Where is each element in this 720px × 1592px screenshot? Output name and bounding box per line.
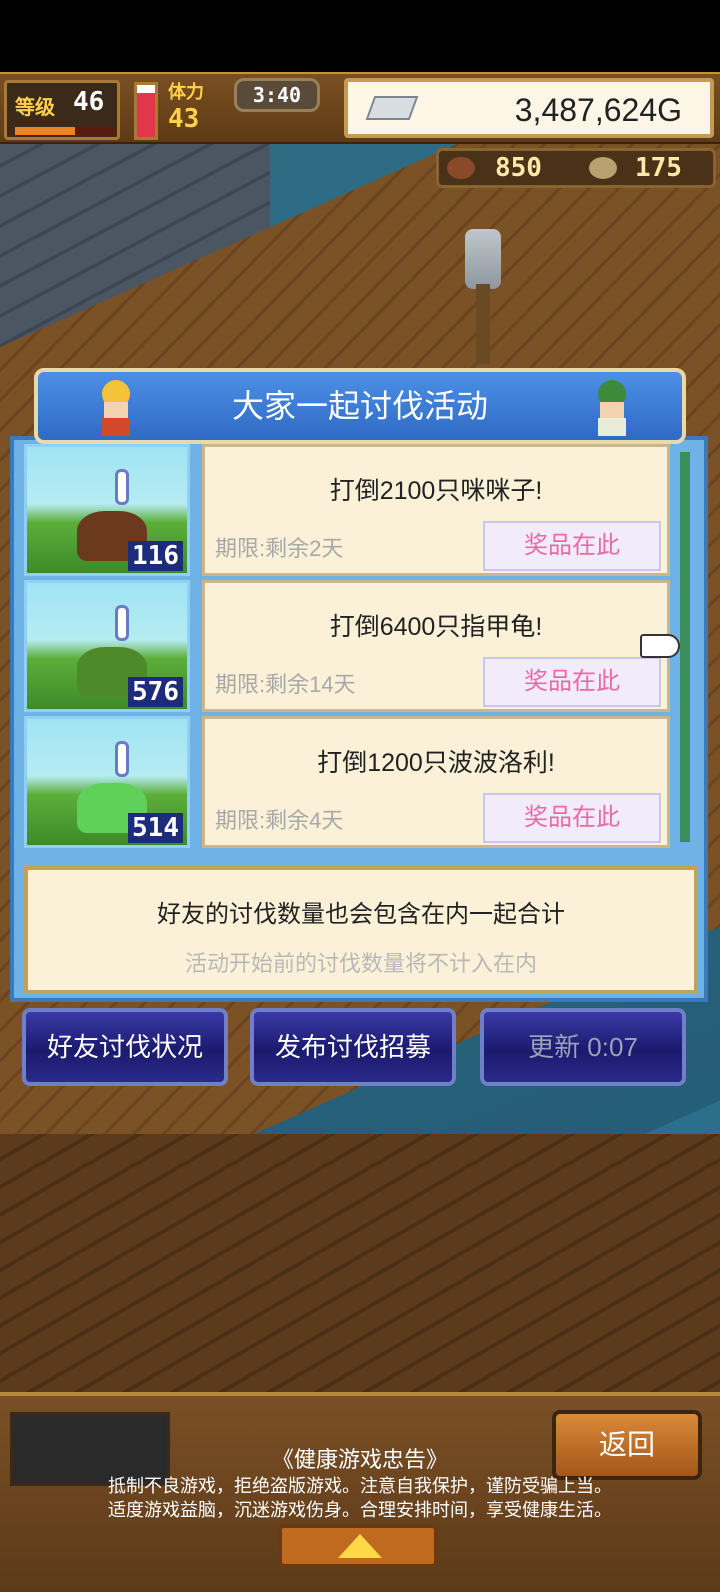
gold-value: 3,487,624G xyxy=(514,92,682,128)
event-title-bar: 大家一起讨伐活动 xyxy=(34,368,686,444)
defeat-count: 514 xyxy=(128,813,183,843)
exclamation-icon xyxy=(115,605,129,641)
friends-status-button[interactable]: 好友讨伐状况 xyxy=(22,1008,228,1086)
event-info-card: 打倒6400只指甲龟! 期限:剩余14天 奖品在此 xyxy=(202,580,670,712)
defeat-count: 576 xyxy=(128,677,183,707)
note-sub-text: 活动开始前的讨伐数量将不计入在内 xyxy=(184,951,537,976)
refresh-button[interactable]: 更新 0:07 xyxy=(480,1008,686,1086)
lamp-post xyxy=(476,284,490,364)
silver-bar-icon xyxy=(365,96,419,120)
resource2-value: 175 xyxy=(635,153,682,183)
defeat-count: 116 xyxy=(128,541,183,571)
event-info-card: 打倒1200只波波洛利! 期限:剩余4天 奖品在此 xyxy=(202,716,670,848)
prize-button[interactable]: 奖品在此 xyxy=(483,793,661,843)
event-note: 好友的讨伐数量也会包含在内一起合计 活动开始前的讨伐数量将不计入在内 xyxy=(24,866,698,994)
prize-button[interactable]: 奖品在此 xyxy=(483,521,661,571)
event-title: 打倒2100只咪咪子! xyxy=(329,477,543,505)
event-deadline: 期限:剩余14天 xyxy=(215,672,356,697)
event-title: 打倒1200只波波洛利! xyxy=(317,749,555,777)
level-box: 等级 46 xyxy=(4,80,120,140)
level-progress-bar xyxy=(15,127,115,135)
status-hud: 等级 46 体力 43 3:40 3,487,624G xyxy=(0,72,720,144)
medal-icon xyxy=(589,157,617,179)
resource-bar: 850 175 xyxy=(436,148,716,188)
event-deadline: 期限:剩余2天 xyxy=(215,536,344,561)
event-row: 514 打倒1200只波波洛利! 期限:剩余4天 奖品在此 xyxy=(24,716,670,848)
monster-thumbnail: 116 xyxy=(24,444,190,576)
level-progress-fill xyxy=(15,127,75,135)
exclamation-icon xyxy=(115,469,129,505)
pointing-hand-icon xyxy=(640,634,680,658)
monster-thumbnail: 514 xyxy=(24,716,190,848)
lamp-icon xyxy=(465,229,501,289)
stamina-label: 体力 xyxy=(168,82,204,103)
meat-icon xyxy=(447,157,475,179)
event-row: 576 打倒6400只指甲龟! 期限:剩余14天 奖品在此 xyxy=(24,580,670,712)
post-recruit-button[interactable]: 发布讨伐招募 xyxy=(250,1008,456,1086)
event-row: 116 打倒2100只咪咪子! 期限:剩余2天 奖品在此 xyxy=(24,444,670,576)
stamina-timer: 3:40 xyxy=(234,78,320,112)
expand-menu-button[interactable] xyxy=(278,1524,438,1568)
level-label: 等级 xyxy=(15,95,55,119)
event-info-card: 打倒2100只咪咪子! 期限:剩余2天 奖品在此 xyxy=(202,444,670,576)
stamina-gauge xyxy=(134,82,158,140)
lower-deck xyxy=(0,1134,720,1392)
archer-character-icon xyxy=(586,376,638,438)
health-advice-title: 《健康游戏忠告》 xyxy=(271,1447,448,1472)
level-value: 46 xyxy=(73,87,105,117)
bottom-bar: 返回 《健康游戏忠告》 抵制不良游戏，拒绝盗版游戏。注意自我保护，谨防受骗上当。… xyxy=(0,1392,720,1592)
event-title: 打倒6400只指甲龟! xyxy=(329,613,543,641)
scrollbar-thumb[interactable] xyxy=(680,452,690,842)
resource1-value: 850 xyxy=(495,153,542,183)
exclamation-icon xyxy=(115,741,129,777)
up-arrow-icon xyxy=(338,1534,382,1558)
note-main-text: 好友的讨伐数量也会包含在内一起合计 xyxy=(157,901,565,928)
health-advice-line2: 适度游戏益脑，沉迷游戏伤身。合理安排时间，享受健康生活。 xyxy=(108,1500,612,1520)
health-advice-line1: 抵制不良游戏，拒绝盗版游戏。注意自我保护，谨防受骗上当。 xyxy=(108,1476,612,1496)
event-deadline: 期限:剩余4天 xyxy=(215,808,344,833)
stamina-value: 43 xyxy=(168,104,200,134)
prize-button[interactable]: 奖品在此 xyxy=(483,657,661,707)
stamina-gauge-fill xyxy=(137,92,155,137)
monster-thumbnail: 576 xyxy=(24,580,190,712)
event-list-scrollbar[interactable] xyxy=(680,452,690,842)
gold-display: 3,487,624G xyxy=(344,78,714,138)
